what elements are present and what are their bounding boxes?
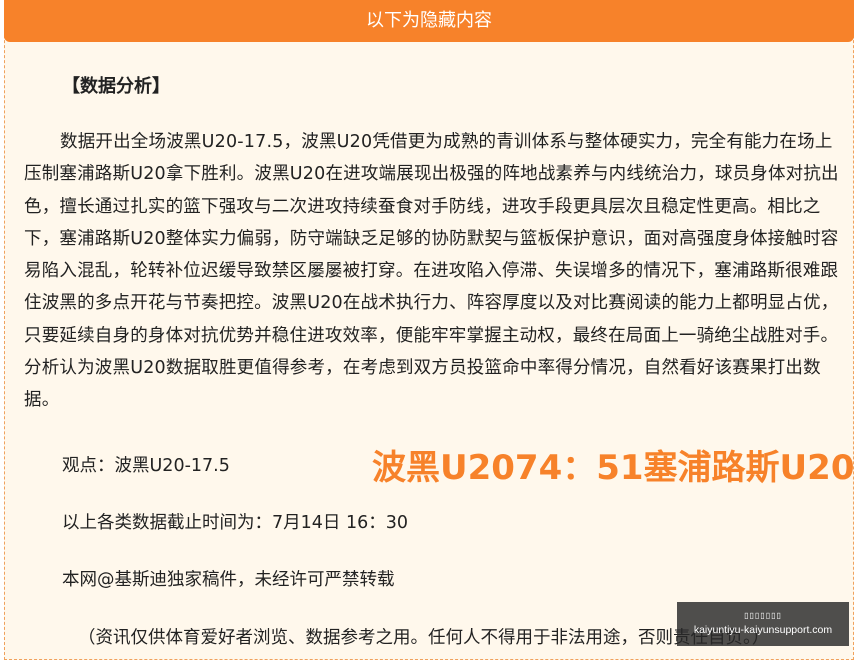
- disclaimer-line: （资讯仅供体育爱好者浏览、数据参考之用。任何人不得用于非法用途，否则责任自负。）: [78, 628, 770, 648]
- section-heading: 【数据分析】: [62, 76, 170, 97]
- copyright-line: 本网@基斯迪独家稿件，未经许可严禁转载: [62, 570, 395, 590]
- data-cutoff-line: 以上各类数据截止时间为：7月14日 16：30: [62, 513, 408, 533]
- viewpoint-line: 观点：波黑U20-17.5: [62, 456, 230, 476]
- analysis-paragraph: 数据开出全场波黑U20-17.5，波黑U20凭借更为成熟的青训体系与整体硬实力，…: [24, 132, 839, 411]
- hidden-content-banner: 以下为隐藏内容: [4, 0, 854, 42]
- score-highlight: 波黑U2074：51塞浦路斯U20: [372, 448, 855, 488]
- watermark-url: kaiyuntiyu-kaiyunsupport.com: [693, 624, 833, 636]
- watermark-top-text: ▯▯▯▯▯▯▯: [744, 611, 782, 620]
- site-watermark: ▯▯▯▯▯▯▯ kaiyuntiyu-kaiyunsupport.com: [677, 602, 849, 646]
